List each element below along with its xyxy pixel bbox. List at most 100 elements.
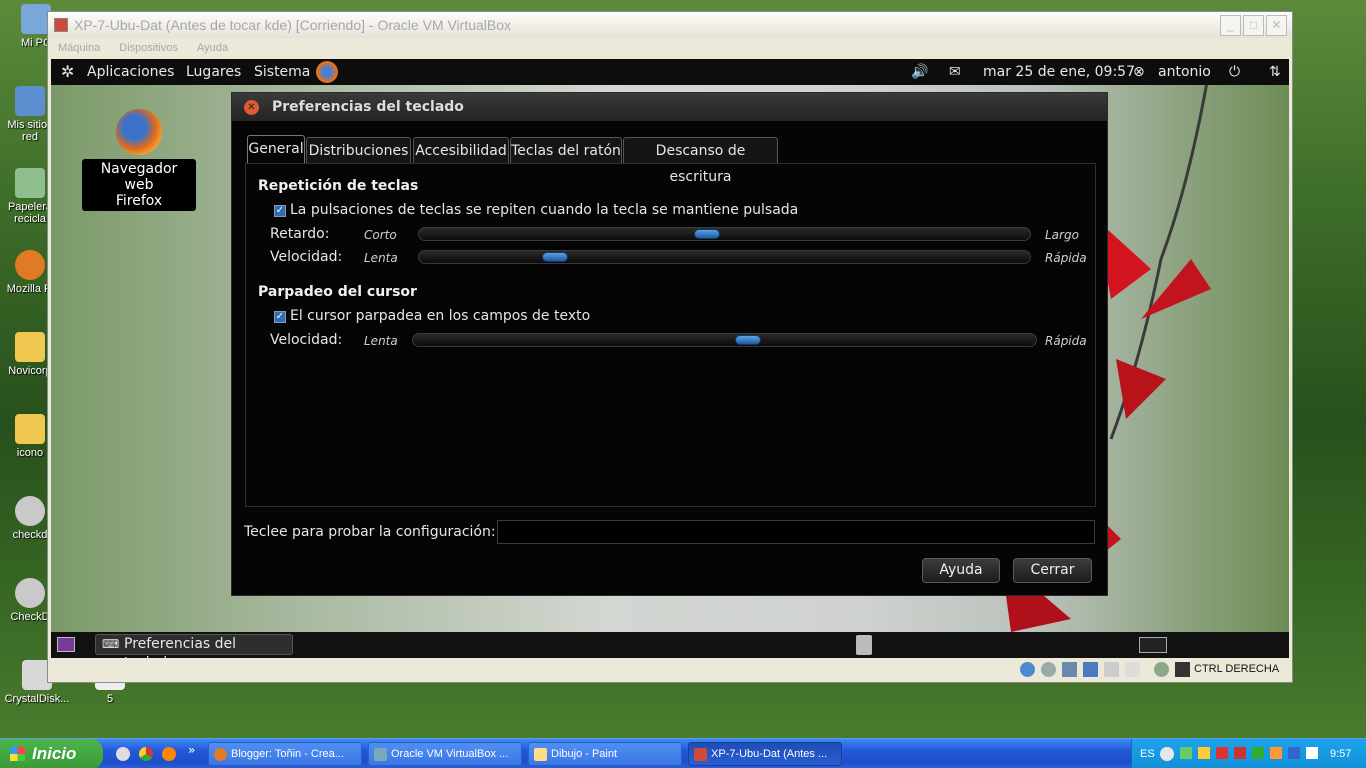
help-button[interactable]: Ayuda bbox=[922, 558, 1000, 583]
start-label: Inicio bbox=[32, 744, 77, 763]
ubuntu-logo-icon[interactable]: ✲ bbox=[61, 59, 74, 85]
firefox-icon bbox=[116, 109, 162, 155]
tray-expand-icon[interactable] bbox=[1160, 747, 1174, 761]
blink-speed-slider-thumb[interactable] bbox=[735, 335, 761, 345]
tray-icon[interactable] bbox=[1306, 747, 1318, 759]
key-repeat-checkbox[interactable]: ✓ bbox=[274, 205, 286, 217]
tray-icon[interactable] bbox=[1234, 747, 1246, 759]
display-icon[interactable] bbox=[1125, 662, 1140, 677]
host-key-label: CTRL DERECHA bbox=[1194, 663, 1280, 675]
menu-applications[interactable]: Aplicaciones bbox=[87, 59, 174, 85]
repeat-speed-label: Velocidad: bbox=[270, 249, 343, 265]
disk-icon bbox=[15, 578, 45, 608]
guest-desktop-firefox[interactable]: Navegador web Firefox bbox=[82, 109, 196, 211]
menu-machine[interactable]: Máquina bbox=[58, 42, 100, 54]
blink-speed-slider[interactable] bbox=[412, 333, 1037, 347]
language-indicator[interactable]: ES bbox=[1140, 739, 1155, 768]
minimize-button[interactable]: _ bbox=[1220, 15, 1241, 36]
folder-icon bbox=[15, 414, 45, 444]
tab-layouts[interactable]: Distribuciones bbox=[306, 137, 411, 163]
task-label: XP-7-Ubu-Dat (Antes ... bbox=[711, 748, 828, 760]
cursor-blink-checkbox[interactable]: ✓ bbox=[274, 311, 286, 323]
tray-clock[interactable]: 9:57 bbox=[1330, 739, 1351, 768]
task-vm-window[interactable]: XP-7-Ubu-Dat (Antes ... bbox=[688, 742, 842, 766]
menu-help[interactable]: Ayuda bbox=[197, 42, 228, 54]
key-repeat-heading: Repetición de teclas bbox=[258, 178, 419, 194]
trash-icon[interactable] bbox=[856, 635, 872, 655]
mouse-integration-icon[interactable] bbox=[1175, 662, 1190, 677]
tray-icon[interactable] bbox=[1180, 747, 1192, 759]
tab-accessibility[interactable]: Accesibilidad bbox=[413, 137, 509, 163]
tray-icon[interactable] bbox=[1270, 747, 1282, 759]
keyboard-icon: ⌨ bbox=[102, 637, 120, 651]
usb-icon[interactable] bbox=[1062, 662, 1077, 677]
repeat-speed-min-label: Lenta bbox=[364, 251, 398, 265]
shared-folder-icon[interactable] bbox=[1104, 662, 1119, 677]
show-desktop-icon[interactable] bbox=[57, 637, 75, 652]
desktop-icon-label: 5 bbox=[106, 693, 114, 705]
windows-taskbar: Inicio » Blogger: Toñin - Crea... Oracle… bbox=[0, 738, 1366, 768]
delay-label: Retardo: bbox=[270, 226, 330, 242]
delay-max-label: Largo bbox=[1045, 228, 1079, 242]
menu-places[interactable]: Lugares bbox=[186, 59, 241, 85]
hard-disk-icon[interactable] bbox=[1020, 662, 1035, 677]
workspace-switcher[interactable] bbox=[1139, 637, 1167, 653]
task-label: Preferencias del teclado bbox=[124, 636, 237, 658]
tray-icon[interactable] bbox=[1216, 747, 1228, 759]
tray-icon[interactable] bbox=[1252, 747, 1264, 759]
chrome-icon[interactable] bbox=[139, 747, 153, 761]
close-button[interactable]: Cerrar bbox=[1013, 558, 1092, 583]
label-line-1: Navegador web bbox=[100, 161, 178, 193]
guest-bottom-panel: ⌨ Preferencias del teclado bbox=[51, 632, 1289, 658]
mail-icon[interactable]: ✉ bbox=[949, 59, 961, 85]
menubar: Máquina Dispositivos Ayuda bbox=[48, 38, 1292, 58]
task-blogger[interactable]: Blogger: Toñin - Crea... bbox=[208, 742, 362, 766]
disk-icon bbox=[15, 496, 45, 526]
delay-slider-thumb[interactable] bbox=[694, 229, 720, 239]
task-paint[interactable]: Dibujo - Paint bbox=[528, 742, 682, 766]
firefox-launcher-icon[interactable] bbox=[316, 61, 338, 83]
network-adapter-icon[interactable] bbox=[1083, 662, 1098, 677]
cursor-blink-checkbox-label[interactable]: El cursor parpadea en los campos de text… bbox=[290, 308, 590, 324]
quicklaunch-icon[interactable] bbox=[116, 747, 130, 761]
task-label: Oracle VM VirtualBox ... bbox=[391, 748, 509, 760]
task-keyboard-preferences[interactable]: ⌨ Preferencias del teclado bbox=[95, 634, 293, 658]
start-button[interactable]: Inicio bbox=[0, 739, 103, 768]
optical-drive-icon[interactable] bbox=[1041, 662, 1056, 677]
maximize-button[interactable]: □ bbox=[1243, 15, 1264, 36]
delay-slider[interactable] bbox=[418, 227, 1031, 241]
quicklaunch-icon[interactable] bbox=[162, 747, 176, 761]
repeat-speed-slider-thumb[interactable] bbox=[542, 252, 568, 262]
test-input[interactable] bbox=[497, 520, 1095, 544]
tab-typing-break[interactable]: Descanso de escritura bbox=[623, 137, 778, 185]
tab-mouse-keys[interactable]: Teclas del ratón bbox=[510, 137, 622, 163]
menu-devices[interactable]: Dispositivos bbox=[119, 42, 178, 54]
virtualbox-icon bbox=[374, 748, 387, 761]
repeat-speed-slider[interactable] bbox=[418, 250, 1031, 264]
close-icon[interactable]: ✕ bbox=[244, 100, 259, 115]
window-titlebar[interactable]: XP-7-Ubu-Dat (Antes de tocar kde) [Corri… bbox=[48, 12, 1292, 38]
security-shield-icon[interactable] bbox=[1198, 747, 1210, 759]
user-menu[interactable]: antonio bbox=[1158, 59, 1211, 85]
tab-panel-general: Repetición de teclas ✓ La pulsaciones de… bbox=[245, 163, 1096, 507]
clock[interactable]: mar 25 de ene, 09:57 bbox=[983, 59, 1135, 85]
test-field-label: Teclee para probar la configuración: bbox=[244, 524, 496, 540]
dialog-titlebar[interactable]: ✕ Preferencias del teclado bbox=[232, 93, 1107, 121]
chevron-right-icon[interactable]: » bbox=[188, 743, 195, 757]
network-icon bbox=[15, 86, 45, 116]
desktop-icon-label: CrystalDisk... bbox=[4, 693, 70, 705]
key-repeat-checkbox-label[interactable]: La pulsaciones de teclas se repiten cuan… bbox=[290, 202, 798, 218]
close-button[interactable]: ✕ bbox=[1266, 15, 1287, 36]
blink-speed-min-label: Lenta bbox=[364, 334, 398, 348]
menu-system[interactable]: Sistema bbox=[254, 59, 310, 85]
tab-general[interactable]: General bbox=[247, 135, 305, 163]
firefox-icon bbox=[15, 250, 45, 280]
tray-icon[interactable] bbox=[1288, 747, 1300, 759]
keyboard-preferences-dialog: ✕ Preferencias del teclado General Distr… bbox=[231, 92, 1108, 596]
power-icon[interactable]: ⏻ bbox=[1229, 59, 1240, 85]
volume-icon[interactable]: 🔊 bbox=[911, 59, 928, 85]
task-virtualbox-manager[interactable]: Oracle VM VirtualBox ... bbox=[368, 742, 522, 766]
network-arrows-icon[interactable]: ⇅ bbox=[1269, 59, 1281, 85]
blink-speed-label: Velocidad: bbox=[270, 332, 343, 348]
task-label: Dibujo - Paint bbox=[551, 748, 618, 760]
